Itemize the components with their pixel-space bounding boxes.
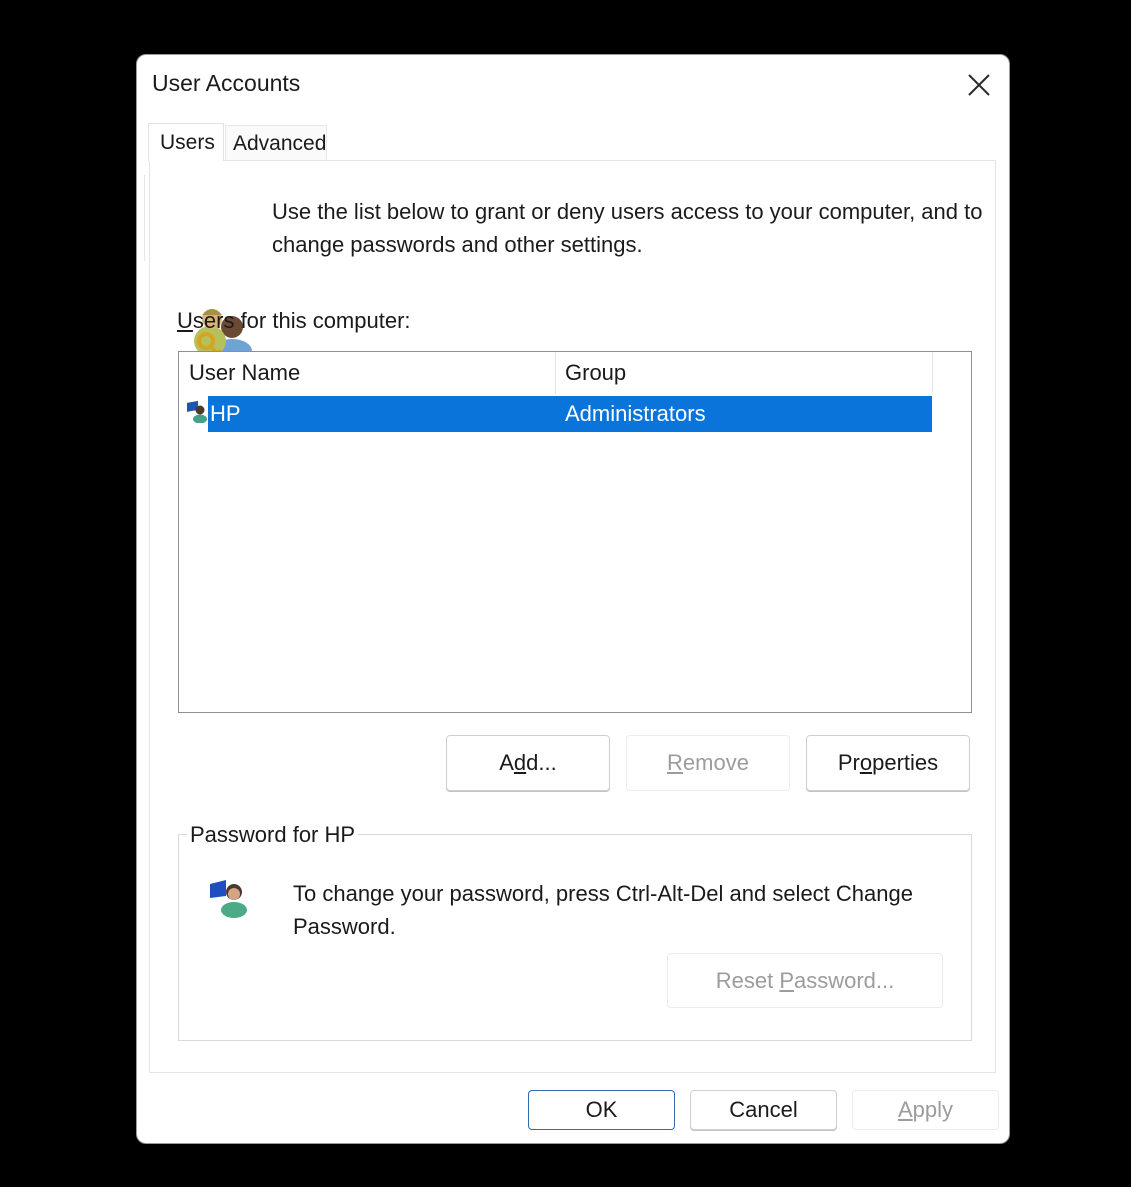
accel-key: d [513,750,527,775]
close-button[interactable] [955,65,1003,105]
window-title: User Accounts [152,70,301,96]
tab-advanced[interactable]: Advanced [225,125,327,161]
reset-password-button[interactable]: Reset Password... [667,953,943,1008]
label-part: assword... [794,967,895,993]
column-header-user-name[interactable]: User Name [189,352,556,394]
accel-key: P [779,967,794,993]
accel-key: R [667,750,683,775]
table-row[interactable]: HP Administrators [179,395,933,433]
users-for-computer-label: Users for this computer: [177,308,411,334]
user-accounts-dialog: User Accounts Users Advanced Use the lis… [136,54,1010,1144]
label-part: d... [526,750,557,775]
label-part: emove [682,750,749,775]
password-group-legend: Password for HP [187,822,359,848]
label-part: perties [872,750,939,775]
list-header: User Name Group [179,352,933,394]
close-x-icon [968,74,990,96]
password-instructions: To change your password, press Ctrl-Alt-… [293,881,913,939]
apply-button[interactable]: Apply [852,1090,999,1130]
tab-users[interactable]: Users [148,123,224,161]
label-part: Reset [715,967,780,993]
label-text: sers for this computer: [192,308,411,333]
cell-user-name: HP [210,401,241,426]
user-computer-icon [187,401,207,423]
label-part: Pr [837,750,860,775]
users-list[interactable]: User Name Group HP Administrators [178,351,972,713]
label-part: A [499,750,514,775]
column-header-group[interactable]: Group [565,352,933,394]
label-part: pply [912,1097,954,1122]
cell-group: Administrators [565,401,706,426]
intro-description: Use the list below to grant or deny user… [272,199,983,257]
add-user-button[interactable]: Ad d... [446,735,610,791]
properties-button[interactable]: Pr o perties [806,735,970,791]
user-computer-icon [210,880,247,918]
remove-user-button[interactable]: Remove [626,735,790,791]
accel-key: U [177,308,193,333]
accel-key: A [897,1097,913,1122]
ok-button[interactable]: OK [528,1090,675,1130]
accel-key: o [859,750,873,775]
cancel-button[interactable]: Cancel [690,1090,837,1130]
